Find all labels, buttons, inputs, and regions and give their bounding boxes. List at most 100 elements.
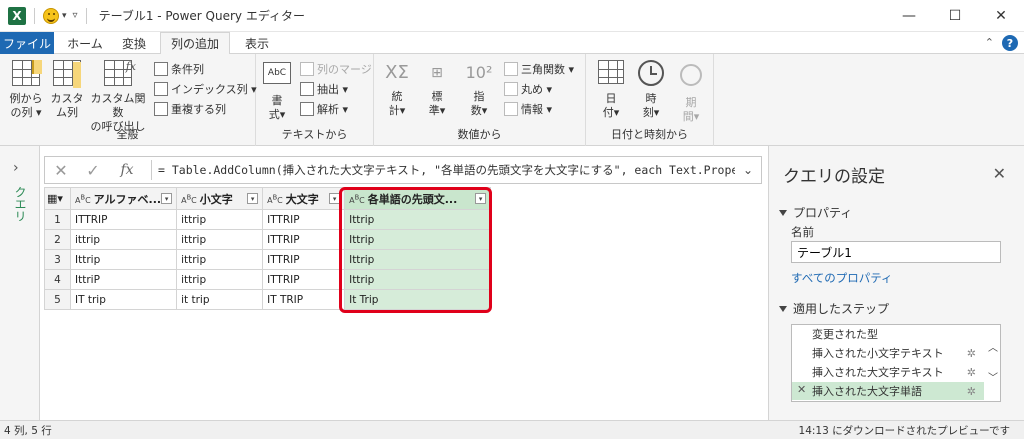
filter-dropdown-icon[interactable]: ▾ xyxy=(161,193,173,204)
step-item[interactable]: 変更された型 xyxy=(792,325,984,343)
column-header[interactable]: ABC 小文字 ▾ xyxy=(176,187,264,210)
step-item-selected[interactable]: ✕ 挿入された大文字単語 ✲ xyxy=(792,382,984,400)
filter-dropdown-icon[interactable]: ▾ xyxy=(247,193,259,204)
conditional-column-button[interactable]: 条件列 xyxy=(154,60,204,78)
gear-icon[interactable]: ✲ xyxy=(967,385,976,398)
close-button[interactable]: ✕ xyxy=(978,0,1024,32)
table-cell[interactable]: It Trip xyxy=(344,289,492,310)
table-row[interactable]: 2 ittrip ittrip ITTRIP Ittrip xyxy=(44,229,492,250)
step-item[interactable]: 挿入された大文字テキスト ✲ xyxy=(792,363,984,381)
trigonometry-button[interactable]: 三角関数 ▾ xyxy=(504,60,574,78)
index-column-button[interactable]: インデックス列 ▾ xyxy=(154,80,257,98)
table-cell[interactable]: ittrip xyxy=(176,209,264,230)
scientific-button[interactable]: 10² 指 数▾ xyxy=(462,58,496,118)
collapse-triangle-icon[interactable] xyxy=(779,305,787,312)
text-type-icon[interactable]: ABC xyxy=(181,193,197,205)
table-cell[interactable]: Ittrip xyxy=(69,249,178,270)
duration-button[interactable]: 期 間▾ xyxy=(674,58,708,124)
applied-steps-section-header[interactable]: 適用したステップ xyxy=(779,300,889,317)
custom-column-button[interactable]: カスタ ム列 xyxy=(48,58,86,120)
table-cell[interactable]: Ittrip xyxy=(344,269,492,290)
standard-button[interactable]: ⊞ 標 準▾ xyxy=(420,58,454,118)
tab-home[interactable]: ホーム xyxy=(60,32,110,54)
table-row[interactable]: 1 ITTRIP ittrip ITTRIP Ittrip xyxy=(44,209,492,230)
table-cell[interactable]: Ittrip xyxy=(344,209,492,230)
table-cell[interactable]: IT trip xyxy=(69,289,178,310)
table-menu-button[interactable]: ▦▾ xyxy=(44,187,71,210)
information-button[interactable]: 情報 ▾ xyxy=(504,100,552,118)
text-type-icon[interactable]: ABC xyxy=(75,193,91,205)
query-name-field[interactable] xyxy=(791,241,1001,263)
smiley-feedback-icon[interactable] xyxy=(43,7,59,24)
commit-formula-icon[interactable]: ✓ xyxy=(77,161,109,180)
column-header-selected[interactable]: ABC 各単語の先頭文... ▾ xyxy=(344,187,492,210)
table-cell[interactable]: ITTRIP xyxy=(262,209,346,230)
queries-label[interactable]: クエリ xyxy=(12,186,29,222)
close-icon[interactable]: ✕ xyxy=(993,164,1006,183)
formula-input[interactable]: = Table.AddColumn(挿入された大文字テキスト, "各単語の先頭文… xyxy=(158,162,735,178)
extract-button[interactable]: 抽出 ▾ xyxy=(300,80,348,98)
filter-dropdown-icon[interactable]: ▾ xyxy=(329,193,341,204)
row-number[interactable]: 1 xyxy=(44,209,71,230)
row-number[interactable]: 5 xyxy=(44,289,71,310)
duplicate-column-button[interactable]: 重複する列 xyxy=(154,100,226,118)
table-row[interactable]: 4 IttriP ittrip ITTRIP Ittrip xyxy=(44,269,492,290)
minimize-button[interactable]: — xyxy=(886,0,932,32)
chevron-down-icon[interactable]: ▾ xyxy=(62,11,67,21)
group-label-number: 数値から xyxy=(457,128,502,141)
table-cell[interactable]: ITTRIP xyxy=(262,229,346,250)
tab-transform[interactable]: 変換 xyxy=(112,32,156,54)
table-cell[interactable]: ittrip xyxy=(176,249,264,270)
column-from-examples-button[interactable]: 例から の列 ▾ xyxy=(6,58,46,120)
table-cell[interactable]: IttriP xyxy=(69,269,178,290)
table-cell[interactable]: ITTRIP xyxy=(69,209,178,230)
quick-access-customize-icon[interactable]: ▿ xyxy=(73,10,78,21)
statistics-button[interactable]: ΧΣ 統 計▾ xyxy=(380,58,414,118)
table-cell[interactable]: Ittrip xyxy=(344,229,492,250)
table-cell[interactable]: ittrip xyxy=(69,229,178,250)
filter-dropdown-icon[interactable]: ▾ xyxy=(475,193,487,204)
gear-icon[interactable]: ✲ xyxy=(967,366,976,379)
tab-add-column[interactable]: 列の追加 xyxy=(160,32,230,55)
date-button[interactable]: 日 付▾ xyxy=(594,58,628,120)
collapse-triangle-icon[interactable] xyxy=(779,209,787,216)
expand-queries-icon[interactable]: › xyxy=(13,160,19,176)
column-header[interactable]: ABC アルファベ... ▾ xyxy=(69,187,178,210)
table-cell[interactable]: IT TRIP xyxy=(262,289,346,310)
table-cell[interactable]: ITTRIP xyxy=(262,269,346,290)
gear-icon[interactable]: ✲ xyxy=(967,347,976,360)
collapse-ribbon-icon[interactable]: ⌃ xyxy=(985,36,994,49)
parse-button[interactable]: 解析 ▾ xyxy=(300,100,348,118)
properties-section-header[interactable]: プロパティ xyxy=(779,204,852,221)
fx-icon[interactable]: fx xyxy=(109,162,145,178)
scroll-up-icon[interactable]: ︿ xyxy=(988,339,998,354)
table-cell[interactable]: ittrip xyxy=(176,269,264,290)
scroll-down-icon[interactable]: ﹀ xyxy=(988,369,998,384)
merge-columns-button[interactable]: 列のマージ xyxy=(300,60,372,78)
table-row[interactable]: 3 Ittrip ittrip ITTRIP Ittrip xyxy=(44,249,492,270)
text-type-icon[interactable]: ABC xyxy=(267,193,283,205)
cancel-formula-icon[interactable]: ✕ xyxy=(45,161,77,180)
tab-file[interactable]: ファイル xyxy=(0,32,54,54)
rounding-button[interactable]: 丸め ▾ xyxy=(504,80,552,98)
column-header[interactable]: ABC 大文字 ▾ xyxy=(262,187,346,210)
row-number[interactable]: 3 xyxy=(44,249,71,270)
maximize-button[interactable]: ☐ xyxy=(932,0,978,32)
step-item[interactable]: 挿入された小文字テキスト ✲ xyxy=(792,344,984,362)
table-cell[interactable]: ittrip xyxy=(176,229,264,250)
table-cell[interactable]: Ittrip xyxy=(344,249,492,270)
all-properties-link[interactable]: すべてのプロパティ xyxy=(791,270,893,286)
table-row[interactable]: 5 IT trip it trip IT TRIP It Trip xyxy=(44,289,492,310)
expand-formula-icon[interactable]: ⌄ xyxy=(735,163,761,177)
help-icon[interactable]: ? xyxy=(1002,35,1018,51)
text-type-icon[interactable]: ABC xyxy=(349,193,365,205)
row-number[interactable]: 2 xyxy=(44,229,71,250)
invoke-custom-function-button[interactable]: fx カスタム関数 の呼び出し xyxy=(86,58,150,134)
row-number[interactable]: 4 xyxy=(44,269,71,290)
tab-view[interactable]: 表示 xyxy=(234,32,280,54)
delete-step-icon[interactable]: ✕ xyxy=(797,383,806,396)
time-button[interactable]: 時 刻▾ xyxy=(634,58,668,120)
table-cell[interactable]: it trip xyxy=(176,289,264,310)
table-cell[interactable]: ITTRIP xyxy=(262,249,346,270)
format-button[interactable]: AbC 書 式▾ xyxy=(260,58,294,122)
